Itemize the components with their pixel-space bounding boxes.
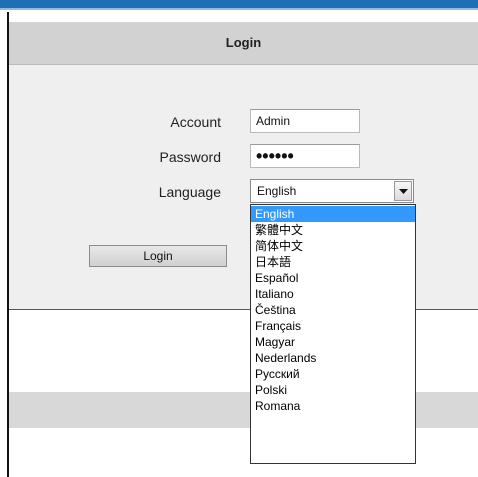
login-button[interactable]: Login (89, 245, 227, 267)
account-input[interactable] (250, 109, 360, 133)
account-label: Account (170, 114, 221, 130)
page-title: Login (225, 35, 262, 50)
language-option[interactable]: Nederlands (251, 350, 415, 366)
language-label: Language (158, 184, 221, 200)
language-option[interactable]: 简体中文 (251, 238, 415, 254)
language-option[interactable]: Magyar (251, 334, 415, 350)
language-option[interactable]: Čeština (251, 302, 415, 318)
language-select-value: English (257, 184, 297, 198)
language-option[interactable]: Русский (251, 366, 415, 382)
chevron-down-icon (399, 189, 408, 194)
password-label: Password (159, 149, 221, 165)
login-header: Login (9, 22, 478, 65)
login-page: Login Account Password Language English … (0, 0, 478, 477)
language-select-toggle[interactable] (394, 181, 412, 201)
language-option[interactable]: Polski (251, 382, 415, 398)
language-option[interactable]: Romana (251, 398, 415, 414)
language-option[interactable]: Español (251, 270, 415, 286)
language-option[interactable]: Italiano (251, 286, 415, 302)
language-option[interactable]: 日本語 (251, 254, 415, 270)
language-dropdown-list[interactable]: English 繁體中文 简体中文 日本語 Español Italiano Čeština… (250, 204, 416, 464)
language-option[interactable]: English (251, 206, 415, 222)
password-input[interactable] (250, 144, 360, 168)
top-accent-bar (0, 0, 478, 8)
language-option[interactable]: 繁體中文 (251, 222, 415, 238)
language-select[interactable]: English (250, 179, 414, 203)
language-option[interactable]: Français (251, 318, 415, 334)
top-accent-stripe (0, 8, 478, 10)
